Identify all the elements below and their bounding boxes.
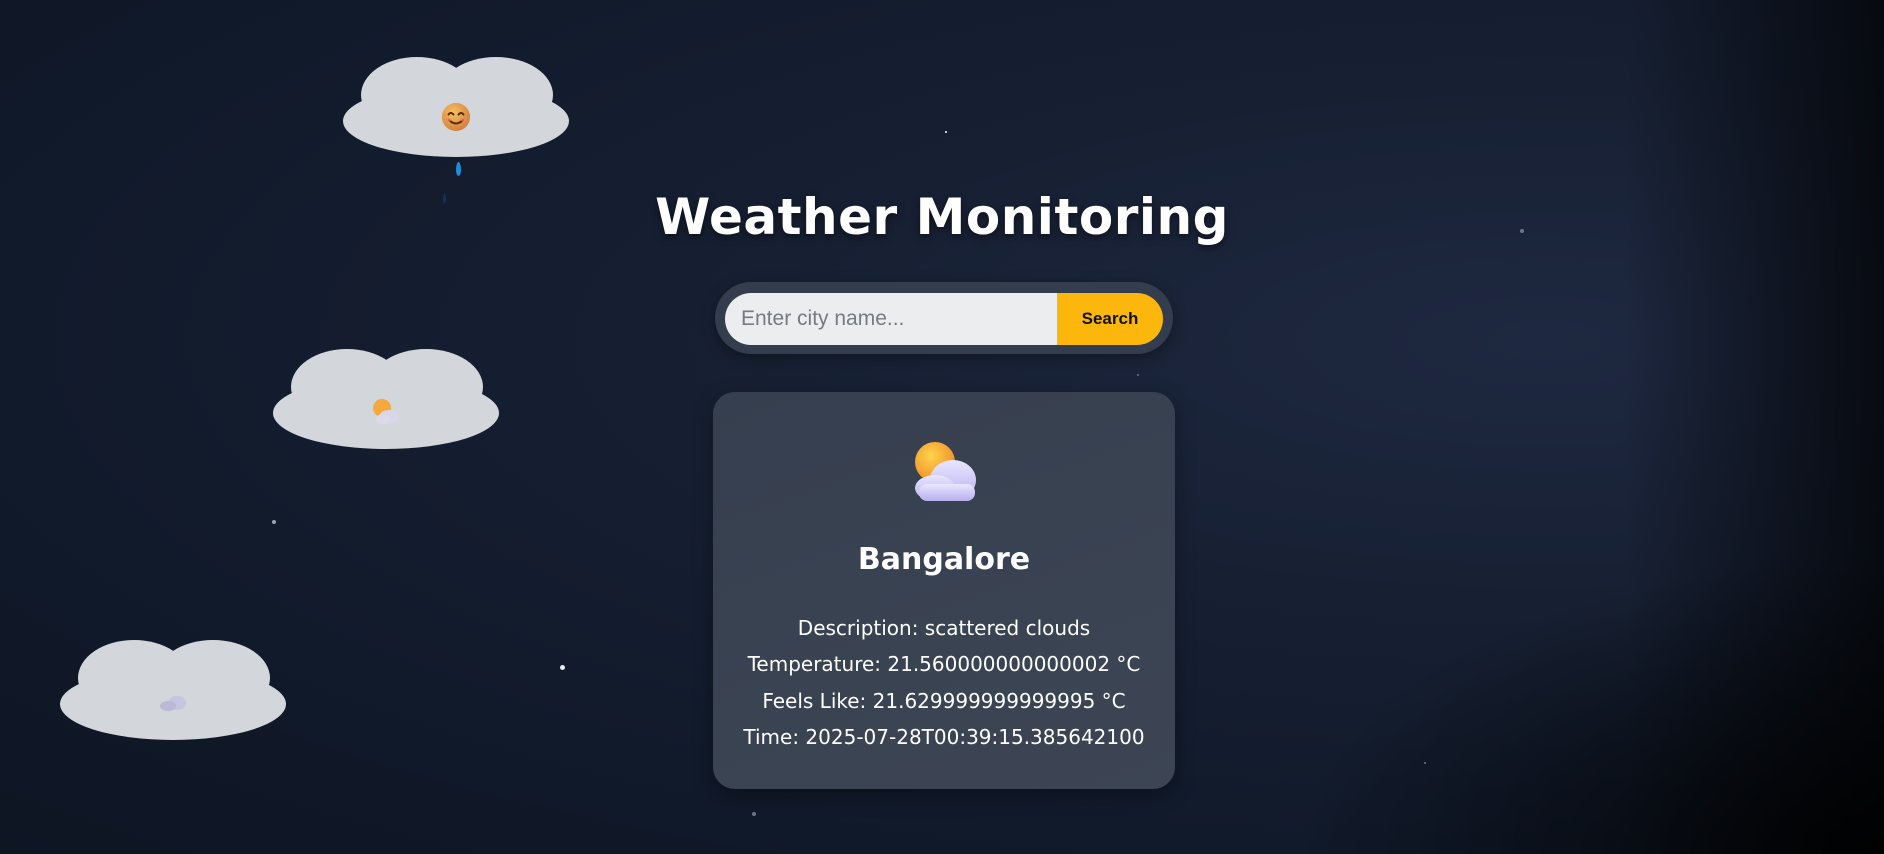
- smiling-face-icon: [439, 101, 473, 133]
- cloud-icon: [156, 690, 190, 714]
- city-name: Bangalore: [857, 542, 1031, 577]
- weather-feels-like: Feels Like: 21.629999999999995 °C: [762, 689, 1126, 713]
- search-bar: Search: [715, 282, 1173, 354]
- background-vignette: [1624, 0, 1884, 854]
- star: [1424, 762, 1426, 764]
- cloud-cloud: [60, 640, 286, 742]
- star: [272, 520, 276, 524]
- weather-time: Time: 2025-07-28T00:39:15.385642100: [743, 725, 1145, 749]
- star: [945, 131, 947, 133]
- cloud-smiling-face: [343, 57, 569, 159]
- weather-card: Bangalore Description: scattered clouds …: [713, 392, 1175, 789]
- page-title: Weather Monitoring: [655, 188, 1229, 246]
- weather-temperature: Temperature: 21.560000000000002 °C: [747, 652, 1141, 676]
- background-vignette-corner: [1284, 554, 1884, 854]
- sun-behind-cloud-icon: [713, 440, 1175, 502]
- star: [752, 812, 756, 816]
- raindrop: [456, 162, 461, 176]
- sun-behind-cloud-icon: [369, 396, 403, 426]
- star: [1137, 374, 1139, 376]
- star: [560, 665, 565, 670]
- search-button[interactable]: Search: [1057, 293, 1163, 345]
- cloud-sun-cloud: [273, 349, 499, 451]
- weather-description: Description: scattered clouds: [797, 616, 1091, 640]
- search-input[interactable]: [725, 293, 1057, 345]
